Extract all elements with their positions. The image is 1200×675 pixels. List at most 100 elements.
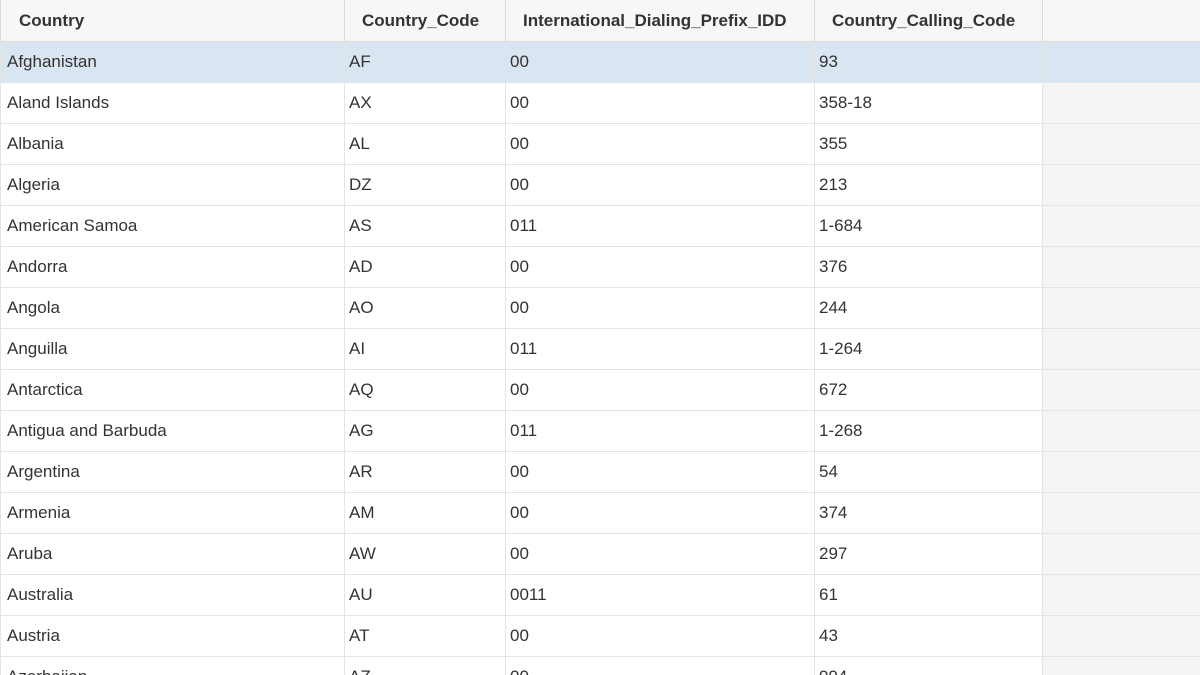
cell-country-code[interactable]: AZ: [344, 656, 506, 675]
cell-country-code[interactable]: AS: [344, 205, 506, 247]
cell-idd-prefix[interactable]: 00: [505, 492, 815, 534]
row-filler: [1042, 369, 1200, 411]
cell-idd-prefix[interactable]: 011: [505, 205, 815, 247]
table-row[interactable]: Aruba AW 00 297: [0, 533, 1200, 575]
row-filler: [1042, 164, 1200, 206]
cell-country[interactable]: Aland Islands: [0, 82, 345, 124]
table-row[interactable]: Algeria DZ 00 213: [0, 164, 1200, 206]
cell-idd-prefix[interactable]: 00: [505, 369, 815, 411]
data-grid: Country Country_Code International_Diali…: [0, 0, 1200, 675]
table-row[interactable]: Austria AT 00 43: [0, 615, 1200, 657]
table-row[interactable]: Antarctica AQ 00 672: [0, 369, 1200, 411]
cell-country-code[interactable]: AF: [344, 41, 506, 83]
cell-idd-prefix[interactable]: 00: [505, 164, 815, 206]
header-row: Country Country_Code International_Diali…: [0, 0, 1200, 42]
cell-calling-code[interactable]: 1-268: [814, 410, 1043, 452]
table-row[interactable]: American Samoa AS 011 1-684: [0, 205, 1200, 247]
header-filler: [1042, 0, 1200, 42]
row-filler: [1042, 574, 1200, 616]
cell-calling-code[interactable]: 213: [814, 164, 1043, 206]
cell-calling-code[interactable]: 1-264: [814, 328, 1043, 370]
cell-calling-code[interactable]: 43: [814, 615, 1043, 657]
cell-country-code[interactable]: AR: [344, 451, 506, 493]
cell-idd-prefix[interactable]: 00: [505, 246, 815, 288]
cell-calling-code[interactable]: 355: [814, 123, 1043, 165]
cell-calling-code[interactable]: 672: [814, 369, 1043, 411]
row-filler: [1042, 533, 1200, 575]
cell-calling-code[interactable]: 54: [814, 451, 1043, 493]
cell-country-code[interactable]: AU: [344, 574, 506, 616]
cell-idd-prefix[interactable]: 0011: [505, 574, 815, 616]
table-row[interactable]: Andorra AD 00 376: [0, 246, 1200, 288]
table-header: Country Country_Code International_Diali…: [0, 0, 1200, 42]
row-filler: [1042, 123, 1200, 165]
cell-country-code[interactable]: AM: [344, 492, 506, 534]
cell-country[interactable]: Antigua and Barbuda: [0, 410, 345, 452]
cell-idd-prefix[interactable]: 00: [505, 533, 815, 575]
cell-country-code[interactable]: AW: [344, 533, 506, 575]
column-header-calling-code[interactable]: Country_Calling_Code: [814, 0, 1043, 42]
table-row[interactable]: Afghanistan AF 00 93: [0, 41, 1200, 83]
table-row[interactable]: Anguilla AI 011 1-264: [0, 328, 1200, 370]
cell-calling-code[interactable]: 1-684: [814, 205, 1043, 247]
cell-idd-prefix[interactable]: 00: [505, 123, 815, 165]
cell-country[interactable]: Algeria: [0, 164, 345, 206]
cell-country[interactable]: American Samoa: [0, 205, 345, 247]
column-header-idd-prefix[interactable]: International_Dialing_Prefix_IDD: [505, 0, 815, 42]
cell-country[interactable]: Australia: [0, 574, 345, 616]
row-filler: [1042, 410, 1200, 452]
cell-idd-prefix[interactable]: 00: [505, 656, 815, 675]
cell-country[interactable]: Afghanistan: [0, 41, 345, 83]
cell-country-code[interactable]: AQ: [344, 369, 506, 411]
cell-country[interactable]: Andorra: [0, 246, 345, 288]
cell-country-code[interactable]: AG: [344, 410, 506, 452]
cell-country-code[interactable]: AX: [344, 82, 506, 124]
cell-calling-code[interactable]: 297: [814, 533, 1043, 575]
cell-country[interactable]: Azerbaijan: [0, 656, 345, 675]
cell-country-code[interactable]: AI: [344, 328, 506, 370]
cell-country-code[interactable]: AT: [344, 615, 506, 657]
row-filler: [1042, 287, 1200, 329]
table-row[interactable]: Angola AO 00 244: [0, 287, 1200, 329]
cell-country-code[interactable]: DZ: [344, 164, 506, 206]
cell-calling-code[interactable]: 358-18: [814, 82, 1043, 124]
cell-idd-prefix[interactable]: 011: [505, 328, 815, 370]
cell-calling-code[interactable]: 244: [814, 287, 1043, 329]
cell-idd-prefix[interactable]: 00: [505, 82, 815, 124]
cell-idd-prefix[interactable]: 00: [505, 287, 815, 329]
cell-calling-code[interactable]: 61: [814, 574, 1043, 616]
column-header-country-code[interactable]: Country_Code: [344, 0, 506, 42]
table-row[interactable]: Aland Islands AX 00 358-18: [0, 82, 1200, 124]
cell-country[interactable]: Antarctica: [0, 369, 345, 411]
cell-idd-prefix[interactable]: 00: [505, 615, 815, 657]
cell-country-code[interactable]: AO: [344, 287, 506, 329]
table-row[interactable]: Albania AL 00 355: [0, 123, 1200, 165]
table-body: Afghanistan AF 00 93 Aland Islands AX 00…: [0, 41, 1200, 675]
cell-country[interactable]: Aruba: [0, 533, 345, 575]
cell-idd-prefix[interactable]: 00: [505, 451, 815, 493]
row-filler: [1042, 615, 1200, 657]
table-row[interactable]: Australia AU 0011 61: [0, 574, 1200, 616]
cell-idd-prefix[interactable]: 011: [505, 410, 815, 452]
row-filler: [1042, 205, 1200, 247]
cell-calling-code[interactable]: 376: [814, 246, 1043, 288]
cell-country-code[interactable]: AD: [344, 246, 506, 288]
table-row[interactable]: Armenia AM 00 374: [0, 492, 1200, 534]
cell-country[interactable]: Albania: [0, 123, 345, 165]
row-filler: [1042, 41, 1200, 83]
table-row[interactable]: Azerbaijan AZ 00 994: [0, 656, 1200, 675]
cell-idd-prefix[interactable]: 00: [505, 41, 815, 83]
cell-country[interactable]: Austria: [0, 615, 345, 657]
cell-country-code[interactable]: AL: [344, 123, 506, 165]
table-row[interactable]: Antigua and Barbuda AG 011 1-268: [0, 410, 1200, 452]
results-table: Country Country_Code International_Diali…: [0, 0, 1200, 675]
cell-calling-code[interactable]: 374: [814, 492, 1043, 534]
column-header-country[interactable]: Country: [0, 0, 345, 42]
cell-country[interactable]: Argentina: [0, 451, 345, 493]
cell-country[interactable]: Armenia: [0, 492, 345, 534]
cell-calling-code[interactable]: 994: [814, 656, 1043, 675]
cell-country[interactable]: Angola: [0, 287, 345, 329]
cell-calling-code[interactable]: 93: [814, 41, 1043, 83]
table-row[interactable]: Argentina AR 00 54: [0, 451, 1200, 493]
cell-country[interactable]: Anguilla: [0, 328, 345, 370]
